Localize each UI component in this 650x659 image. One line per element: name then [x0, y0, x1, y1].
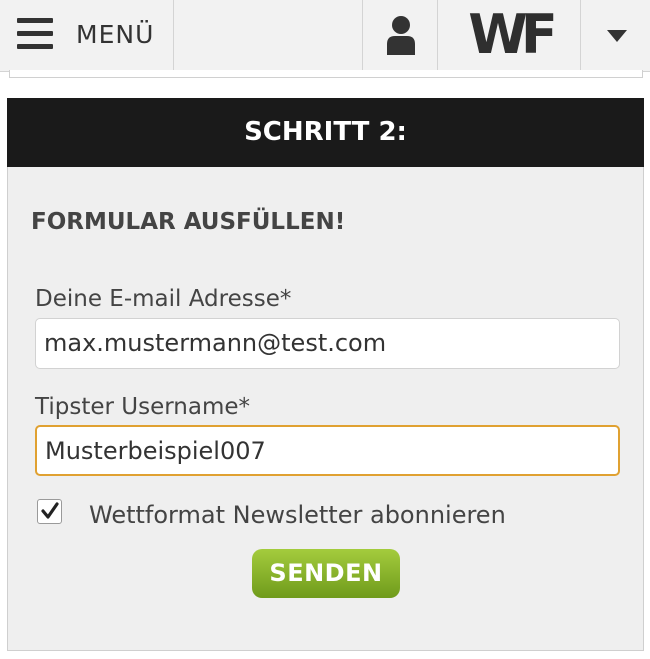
username-field[interactable]: Musterbeispiel007 — [35, 425, 620, 476]
top-header: MENÜ WF — [0, 0, 650, 72]
dropdown-toggle[interactable] — [581, 0, 650, 72]
header-spacer — [174, 0, 363, 72]
form-panel: SCHRITT 2: FORMULAR AUSFÜLLEN! Deine E-m… — [7, 98, 644, 651]
caret-down-icon — [607, 30, 627, 42]
user-icon — [387, 16, 415, 55]
logo-link[interactable]: WF — [438, 0, 581, 72]
user-account-button[interactable] — [363, 0, 438, 72]
email-field[interactable]: max.mustermann@test.com — [35, 318, 620, 369]
checkmark-icon — [41, 502, 59, 519]
send-button[interactable]: SENDEN — [252, 549, 400, 598]
step-title: SCHRITT 2: — [7, 98, 644, 167]
form-heading: FORMULAR AUSFÜLLEN! — [31, 209, 346, 235]
newsletter-checkbox[interactable] — [37, 499, 62, 524]
username-label: Tipster Username* — [35, 394, 250, 420]
menu-label: MENÜ — [76, 20, 155, 49]
wf-logo: WF — [468, 3, 557, 66]
header-divider — [9, 70, 643, 78]
hamburger-icon — [17, 18, 53, 50]
menu-button[interactable]: MENÜ — [0, 0, 174, 72]
newsletter-label: Wettformat Newsletter abonnieren — [89, 501, 506, 529]
email-label: Deine E-mail Adresse* — [35, 286, 292, 312]
